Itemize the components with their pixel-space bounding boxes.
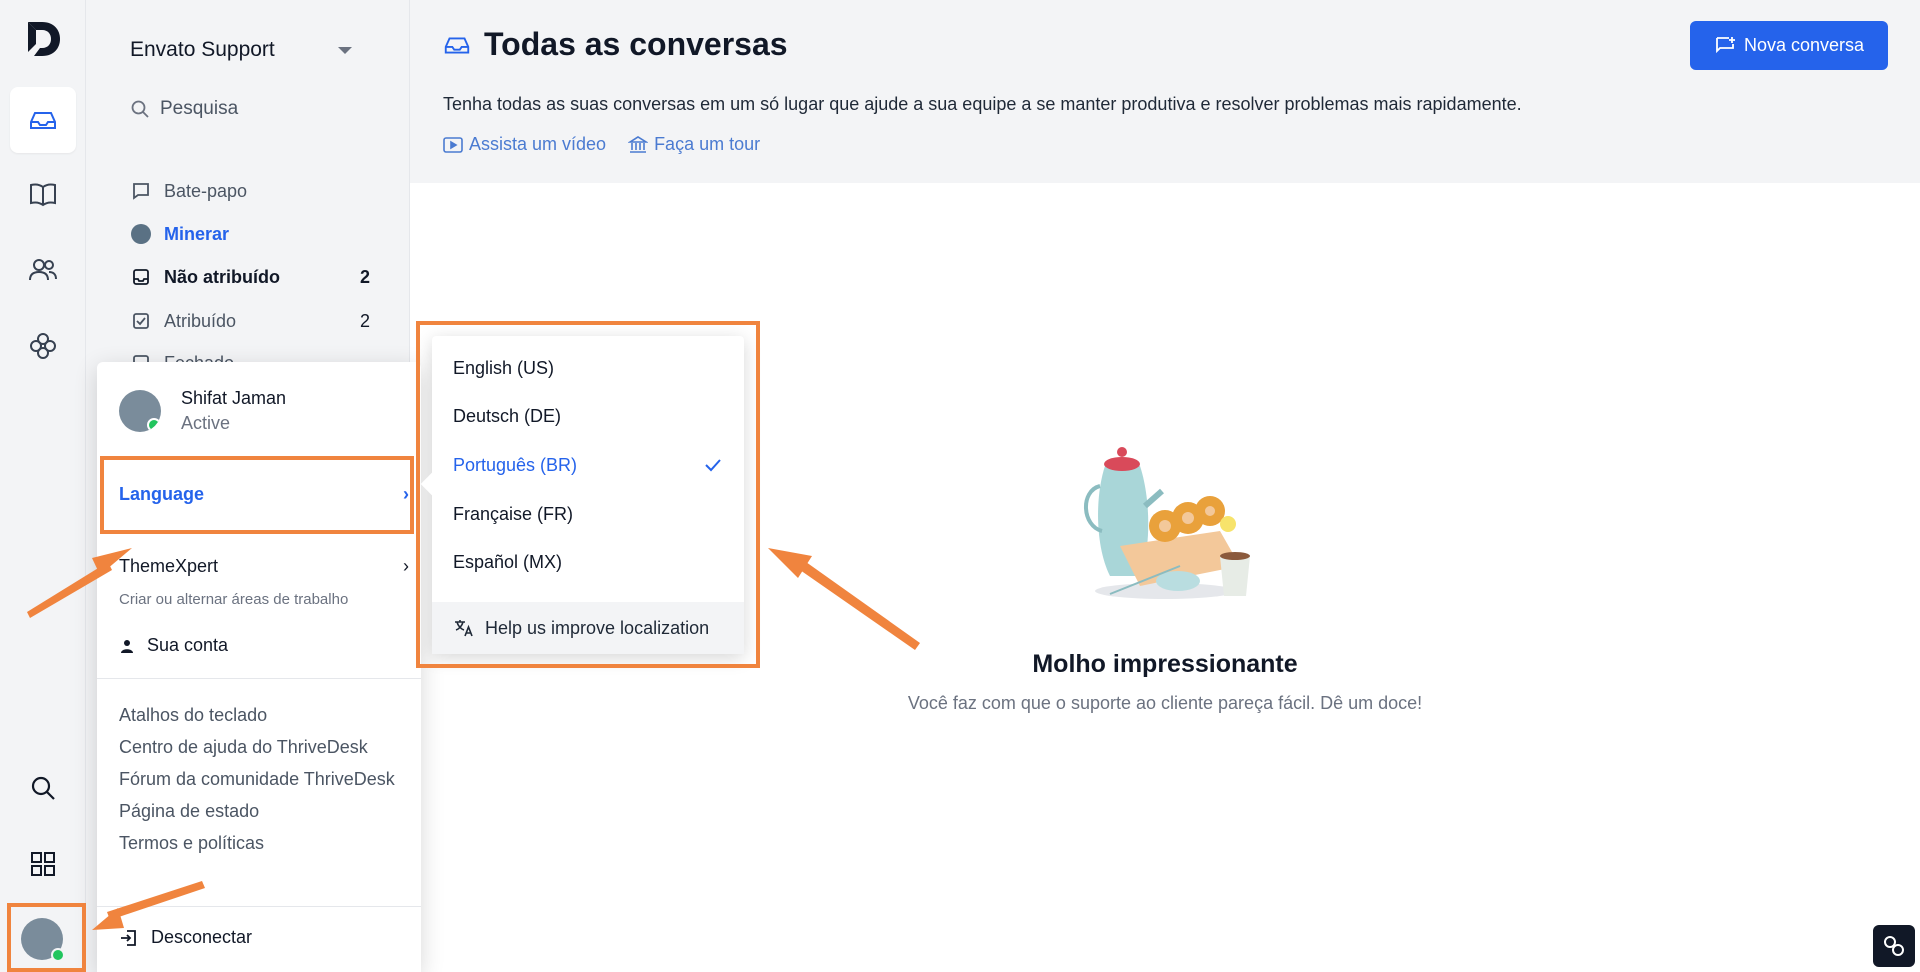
knowledge-base-rail-button[interactable] bbox=[10, 161, 76, 227]
sidebar-item-label: Atribuído bbox=[164, 310, 237, 331]
link-chain-icon bbox=[1884, 936, 1904, 956]
help-center-link[interactable]: Centro de ajuda do ThriveDesk bbox=[119, 734, 409, 761]
inbox-icon bbox=[444, 37, 470, 53]
highlight-avatar bbox=[7, 903, 86, 972]
chevron-right-icon: › bbox=[403, 556, 409, 576]
logout-icon bbox=[121, 929, 136, 946]
floating-widget-button[interactable] bbox=[1873, 925, 1915, 967]
empty-state-title: Molho impressionante bbox=[1032, 650, 1298, 678]
user-name: Shifat Jaman bbox=[181, 388, 287, 408]
assigned-count: 2 bbox=[359, 310, 370, 331]
search-icon bbox=[31, 776, 55, 800]
header-links: Assista um vídeo Faça um tour bbox=[443, 134, 760, 155]
logout-menu-item[interactable]: Desconectar bbox=[119, 927, 252, 948]
global-search-rail-button[interactable] bbox=[10, 755, 76, 821]
user-status: Active bbox=[181, 413, 231, 433]
menu-user-info: Shifat Jaman Active bbox=[119, 388, 286, 434]
highlight-language-item bbox=[100, 456, 414, 534]
mini-avatar-icon bbox=[131, 224, 151, 244]
bank-building-icon bbox=[628, 135, 649, 153]
workspace-subtitle: Criar ou alternar áreas de trabalho bbox=[119, 591, 349, 608]
inbox-tray-icon bbox=[133, 269, 149, 285]
terms-policies-link[interactable]: Termos e políticas bbox=[119, 830, 409, 857]
users-icon bbox=[29, 259, 57, 281]
page-description: Tenha todas as suas conversas em um só l… bbox=[443, 94, 1522, 114]
sidebar-item-chat[interactable]: Bate-papo bbox=[130, 180, 370, 202]
your-account-menu-item[interactable]: Sua conta bbox=[119, 635, 228, 656]
checkbox-icon bbox=[133, 313, 149, 329]
online-status-dot bbox=[147, 418, 161, 432]
contacts-rail-button[interactable] bbox=[10, 237, 76, 303]
avatar bbox=[119, 390, 161, 432]
account-menu: Shifat Jaman Active Language › ThemeXper… bbox=[97, 362, 421, 972]
keyboard-shortcuts-link[interactable]: Atalhos do teclado bbox=[119, 702, 409, 729]
take-tour-link[interactable]: Faça um tour bbox=[628, 134, 760, 155]
page-title: Todas as conversas bbox=[442, 26, 788, 63]
teapot-donuts-illustration bbox=[1084, 447, 1250, 599]
icon-rail bbox=[0, 0, 86, 972]
community-forum-link[interactable]: Fórum da comunidade ThriveDesk bbox=[119, 766, 409, 793]
workspace-menu-item[interactable]: ThemeXpert › bbox=[119, 556, 409, 577]
grid-check-icon bbox=[31, 852, 55, 876]
chevron-down-icon[interactable] bbox=[338, 47, 352, 54]
workspace-name[interactable]: Envato Support bbox=[130, 38, 275, 62]
sidebar-item-unassigned[interactable]: Não atribuído 2 bbox=[130, 266, 370, 288]
inbox-rail-button[interactable] bbox=[10, 87, 76, 153]
inbox-icon bbox=[30, 112, 56, 129]
book-open-icon bbox=[30, 183, 56, 207]
chat-bubble-icon bbox=[133, 183, 149, 200]
user-icon bbox=[121, 639, 133, 653]
sidebar-item-label: Bate-papo bbox=[164, 180, 248, 201]
video-play-icon bbox=[443, 136, 463, 153]
sidebar-item-label: Minerar bbox=[164, 223, 230, 244]
menu-divider bbox=[97, 678, 421, 679]
search-icon bbox=[131, 100, 149, 118]
unassigned-count: 2 bbox=[359, 266, 370, 287]
highlight-language-submenu bbox=[416, 321, 760, 668]
new-conversation-button[interactable]: Nova conversa bbox=[1690, 21, 1888, 70]
sidebar-item-mine[interactable]: Minerar bbox=[130, 223, 370, 245]
menu-links: Atalhos do teclado Centro de ajuda do Th… bbox=[119, 702, 409, 862]
sidebar-item-label: Não atribuído bbox=[164, 266, 280, 287]
menu-divider bbox=[97, 906, 421, 907]
status-page-link[interactable]: Página de estado bbox=[119, 798, 409, 825]
search-label: Pesquisa bbox=[160, 98, 239, 119]
page-title-text: Todas as conversas bbox=[484, 26, 788, 62]
thrivedesk-logo-icon[interactable] bbox=[22, 18, 64, 60]
sidebar-item-assigned[interactable]: Atribuído 2 bbox=[130, 310, 370, 332]
watch-video-link[interactable]: Assista um vídeo bbox=[443, 134, 606, 155]
sidebar-search[interactable]: Pesquisa bbox=[130, 98, 238, 120]
integrations-rail-button[interactable] bbox=[10, 313, 76, 379]
apps-flower-icon bbox=[30, 333, 56, 359]
empty-state-subtitle: Você faz com que o suporte ao cliente pa… bbox=[907, 693, 1423, 713]
apps-grid-rail-button[interactable] bbox=[10, 831, 76, 897]
new-chat-icon bbox=[1716, 36, 1735, 53]
